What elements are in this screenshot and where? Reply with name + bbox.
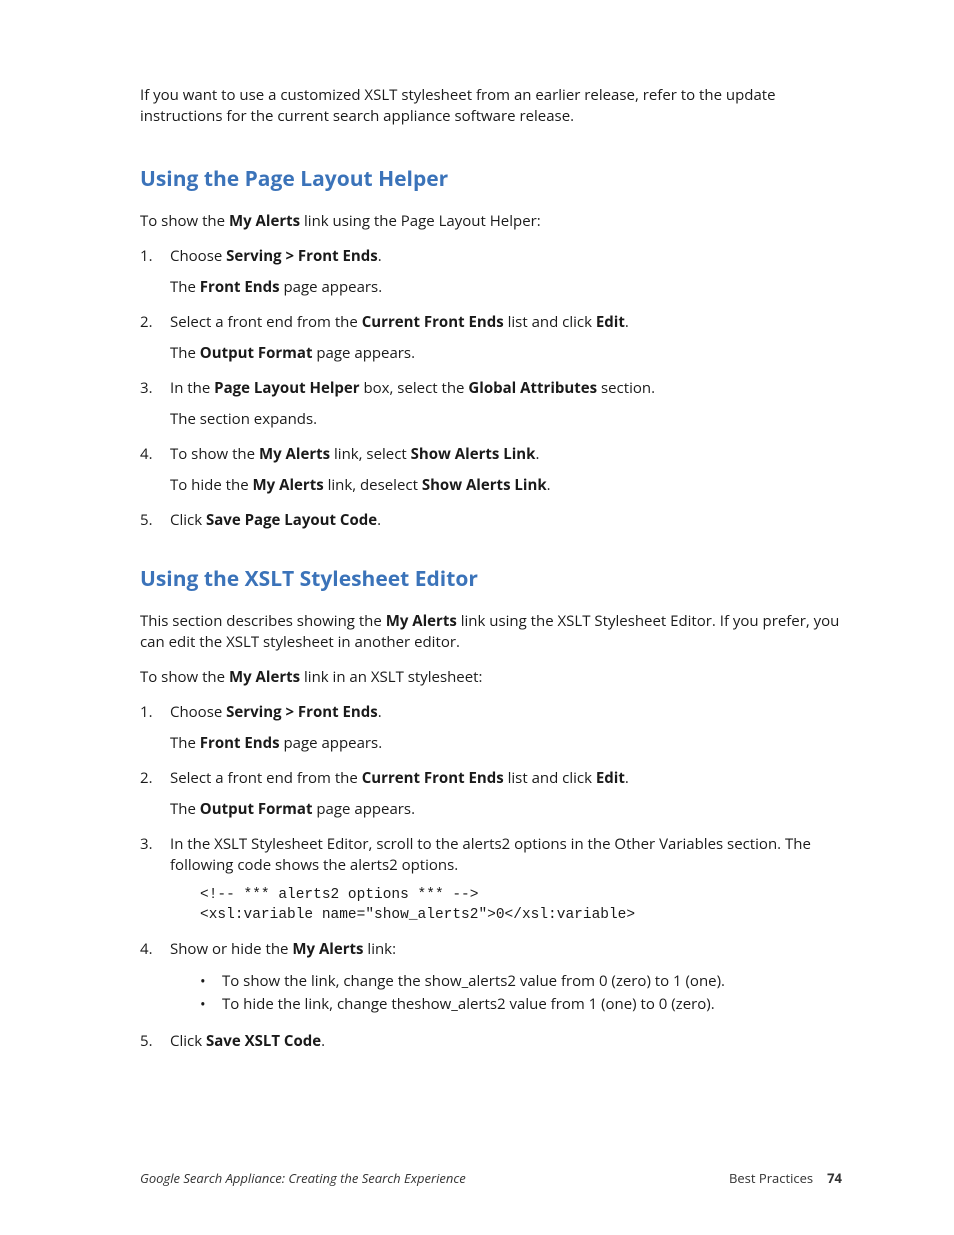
text: In the XSLT Stylesheet Editor, scroll to… [170,834,811,875]
text-bold: Current Front Ends [362,312,504,332]
step-5: Click Save Page Layout Code. [140,510,842,531]
page-footer: Google Search Appliance: Creating the Se… [140,1169,842,1187]
text-bold: Front Ends [200,277,280,297]
text: . [321,1031,325,1051]
text-bold: Edit [596,768,625,788]
text: . [535,444,539,464]
step-2: Select a front end from the Current Fron… [140,312,842,364]
step-4-bullets: To show the link, change the show_alerts… [170,970,842,1017]
section2-para2: To show the My Alerts link in an XSLT st… [140,667,842,688]
text-bold: Global Attributes [468,378,597,398]
text-bold: Serving > Front Ends [226,246,378,266]
text: The [170,799,200,819]
heading-page-layout-helper: Using the Page Layout Helper [140,165,842,193]
section1-steps: Choose Serving > Front Ends. The Front E… [140,246,842,531]
bullet-2: To hide the link, change theshow_alerts2… [200,993,842,1016]
text: . [378,702,382,722]
text-bold: Save XSLT Code [206,1031,321,1051]
step-2-sub: The Output Format page appears. [170,343,842,364]
step-4: Show or hide the My Alerts link: To show… [140,939,842,1017]
text-bold: My Alerts [229,667,300,687]
page-content: If you want to use a customized XSLT sty… [0,0,954,1052]
text: Click [170,1031,206,1051]
text: page appears. [312,799,415,819]
text: page appears. [312,343,415,363]
footer-right: Best Practices 74 [729,1169,842,1187]
text: link in an XSLT stylesheet: [300,667,482,687]
text-bold: Current Front Ends [362,768,504,788]
text: In the [170,378,214,398]
text: link: [364,939,397,959]
text: . [378,246,382,266]
text: Choose [170,246,226,266]
text: Show or hide the [170,939,292,959]
text: box, select the [360,378,469,398]
step-3: In the XSLT Stylesheet Editor, scroll to… [140,834,842,925]
text: . [625,312,629,332]
text-bold: My Alerts [292,939,363,959]
step-1: Choose Serving > Front Ends. The Front E… [140,246,842,298]
section2-steps: Choose Serving > Front Ends. The Front E… [140,702,842,1052]
text-bold: Show Alerts Link [411,444,536,464]
text: Select a front end from the [170,768,362,788]
text-bold: My Alerts [253,475,324,495]
text-bold: Edit [596,312,625,332]
text: To show the [140,211,229,231]
step-1: Choose Serving > Front Ends. The Front E… [140,702,842,754]
section1-lead: To show the My Alerts link using the Pag… [140,211,842,232]
text: link, select [330,444,411,464]
step-1-sub: The Front Ends page appears. [170,733,842,754]
text-bold: My Alerts [386,611,457,631]
footer-section: Best Practices [729,1169,813,1187]
text: To hide the [170,475,253,495]
section2-para1: This section describes showing the My Al… [140,611,842,653]
text-bold: Page Layout Helper [214,378,359,398]
footer-doc-title: Google Search Appliance: Creating the Se… [140,1169,466,1187]
text-bold: Show Alerts Link [422,475,547,495]
text-bold: My Alerts [259,444,330,464]
text-bold: Output Format [200,343,313,363]
text-bold: Output Format [200,799,313,819]
text: . [377,510,381,530]
text: Choose [170,702,226,722]
text: . [625,768,629,788]
page-number: 74 [827,1169,842,1187]
step-1-sub: The Front Ends page appears. [170,277,842,298]
step-5: Click Save XSLT Code. [140,1031,842,1052]
intro-paragraph: If you want to use a customized XSLT sty… [140,85,842,127]
heading-xslt-stylesheet-editor: Using the XSLT Stylesheet Editor [140,565,842,593]
text: The [170,733,200,753]
text: To show the [140,667,229,687]
step-2-sub: The Output Format page appears. [170,799,842,820]
text: Click [170,510,206,530]
text-bold: Serving > Front Ends [226,702,378,722]
text: list and click [504,768,596,788]
text: page appears. [280,733,383,753]
text-bold: My Alerts [229,211,300,231]
step-3-sub: The section expands. [170,409,842,430]
text: link, deselect [324,475,422,495]
text-bold: Front Ends [200,733,280,753]
step-3: In the Page Layout Helper box, select th… [140,378,842,430]
text: list and click [504,312,596,332]
text: To show the [170,444,259,464]
text: Select a front end from the [170,312,362,332]
text: The [170,277,200,297]
text: section. [597,378,655,398]
code-block: <!-- *** alerts2 options *** --> <xsl:va… [200,886,842,925]
text: This section describes showing the [140,611,386,631]
text: The [170,343,200,363]
text: . [547,475,551,495]
bullet-1: To show the link, change the show_alerts… [200,970,842,993]
text-bold: Save Page Layout Code [206,510,377,530]
step-4: To show the My Alerts link, select Show … [140,444,842,496]
text: link using the Page Layout Helper: [300,211,541,231]
text: page appears. [280,277,383,297]
step-4-sub: To hide the My Alerts link, deselect Sho… [170,475,842,496]
step-2: Select a front end from the Current Fron… [140,768,842,820]
